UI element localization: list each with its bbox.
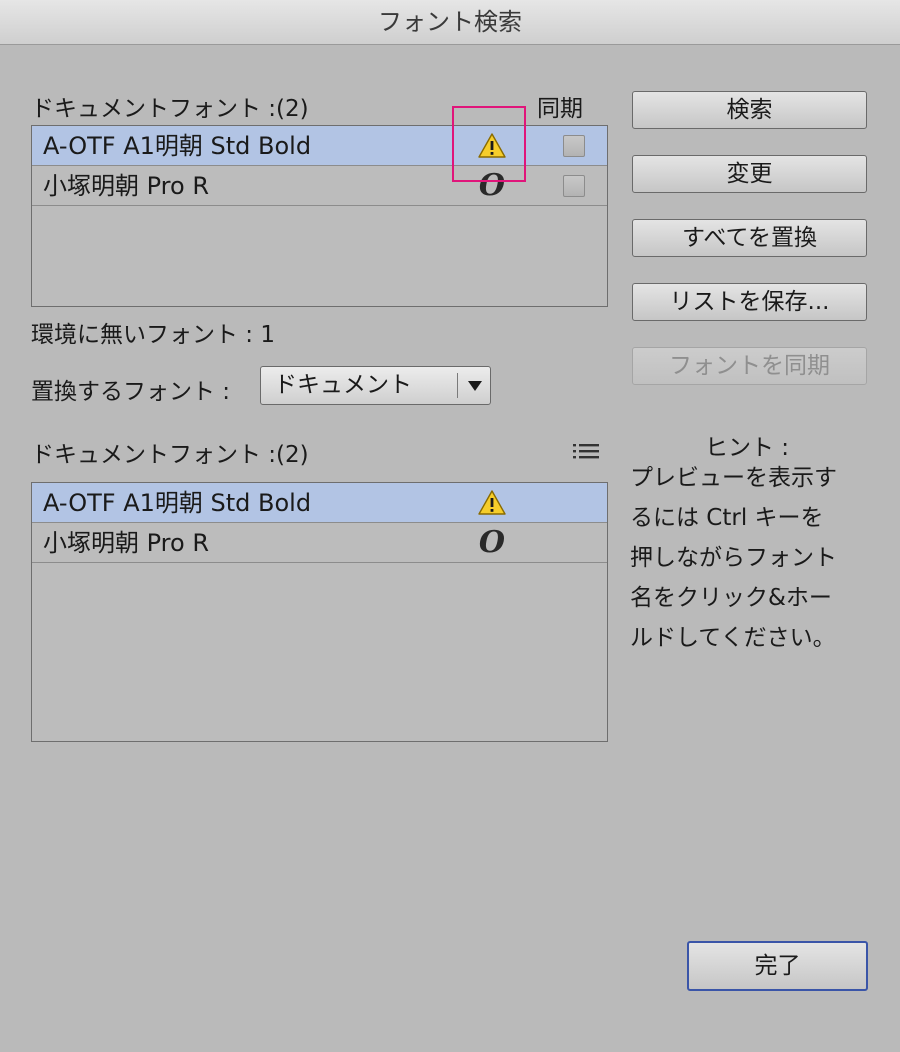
document-fonts-list[interactable]: A-OTF A1明朝 Std Bold 小塚明朝 Pro R O: [31, 125, 608, 307]
warning-triangle-icon: [478, 490, 506, 515]
font-name: A-OTF A1明朝 Std Bold: [43, 489, 312, 517]
save-list-button[interactable]: リストを保存...: [632, 283, 867, 321]
dropdown-arrow-icon: [468, 381, 482, 391]
find-font-dialog: フォント検索 ドキュメントフォント :(2) 同期 A-OTF A1明朝 Std…: [0, 0, 900, 1052]
replace-with-select[interactable]: ドキュメント: [260, 366, 491, 405]
font-row[interactable]: 小塚明朝 Pro R O: [32, 523, 607, 563]
font-row[interactable]: A-OTF A1明朝 Std Bold: [32, 126, 607, 166]
search-button[interactable]: 検索: [632, 91, 867, 129]
document-fonts-header: ドキュメントフォント :(2): [31, 96, 309, 122]
missing-fonts-count: 環境に無いフォント : 1: [31, 322, 276, 348]
replace-with-value: ドキュメント: [274, 372, 412, 398]
sync-checkbox[interactable]: [563, 175, 585, 197]
hint-text: プレビューを表示す るには Ctrl キーを 押しながらフォント 名をクリック&…: [630, 465, 837, 651]
document-fonts-header-2: ドキュメントフォント :(2): [31, 442, 309, 468]
document-fonts-preview-list[interactable]: A-OTF A1明朝 Std Bold 小塚明朝 Pro R O: [31, 482, 608, 742]
sync-column-header: 同期: [537, 96, 583, 122]
change-button[interactable]: 変更: [632, 155, 867, 193]
hint-title: ヒント :: [705, 435, 790, 461]
sync-fonts-button[interactable]: フォントを同期: [632, 347, 867, 385]
font-name: A-OTF A1明朝 Std Bold: [43, 132, 312, 160]
opentype-font-icon: O: [478, 168, 506, 203]
dialog-title: フォント検索: [0, 0, 900, 45]
replace-with-label: 置換するフォント :: [31, 379, 231, 405]
sync-checkbox[interactable]: [563, 135, 585, 157]
replace-all-button[interactable]: すべてを置換: [632, 219, 867, 257]
font-row[interactable]: A-OTF A1明朝 Std Bold: [32, 483, 607, 523]
warning-triangle-icon: [478, 133, 506, 158]
font-name: 小塚明朝 Pro R: [43, 172, 210, 200]
list-menu-icon[interactable]: [572, 442, 600, 460]
opentype-font-icon: O: [478, 525, 506, 560]
font-row[interactable]: 小塚明朝 Pro R O: [32, 166, 607, 206]
select-divider: [457, 373, 458, 398]
font-name: 小塚明朝 Pro R: [43, 529, 210, 557]
done-button[interactable]: 完了: [687, 941, 868, 991]
